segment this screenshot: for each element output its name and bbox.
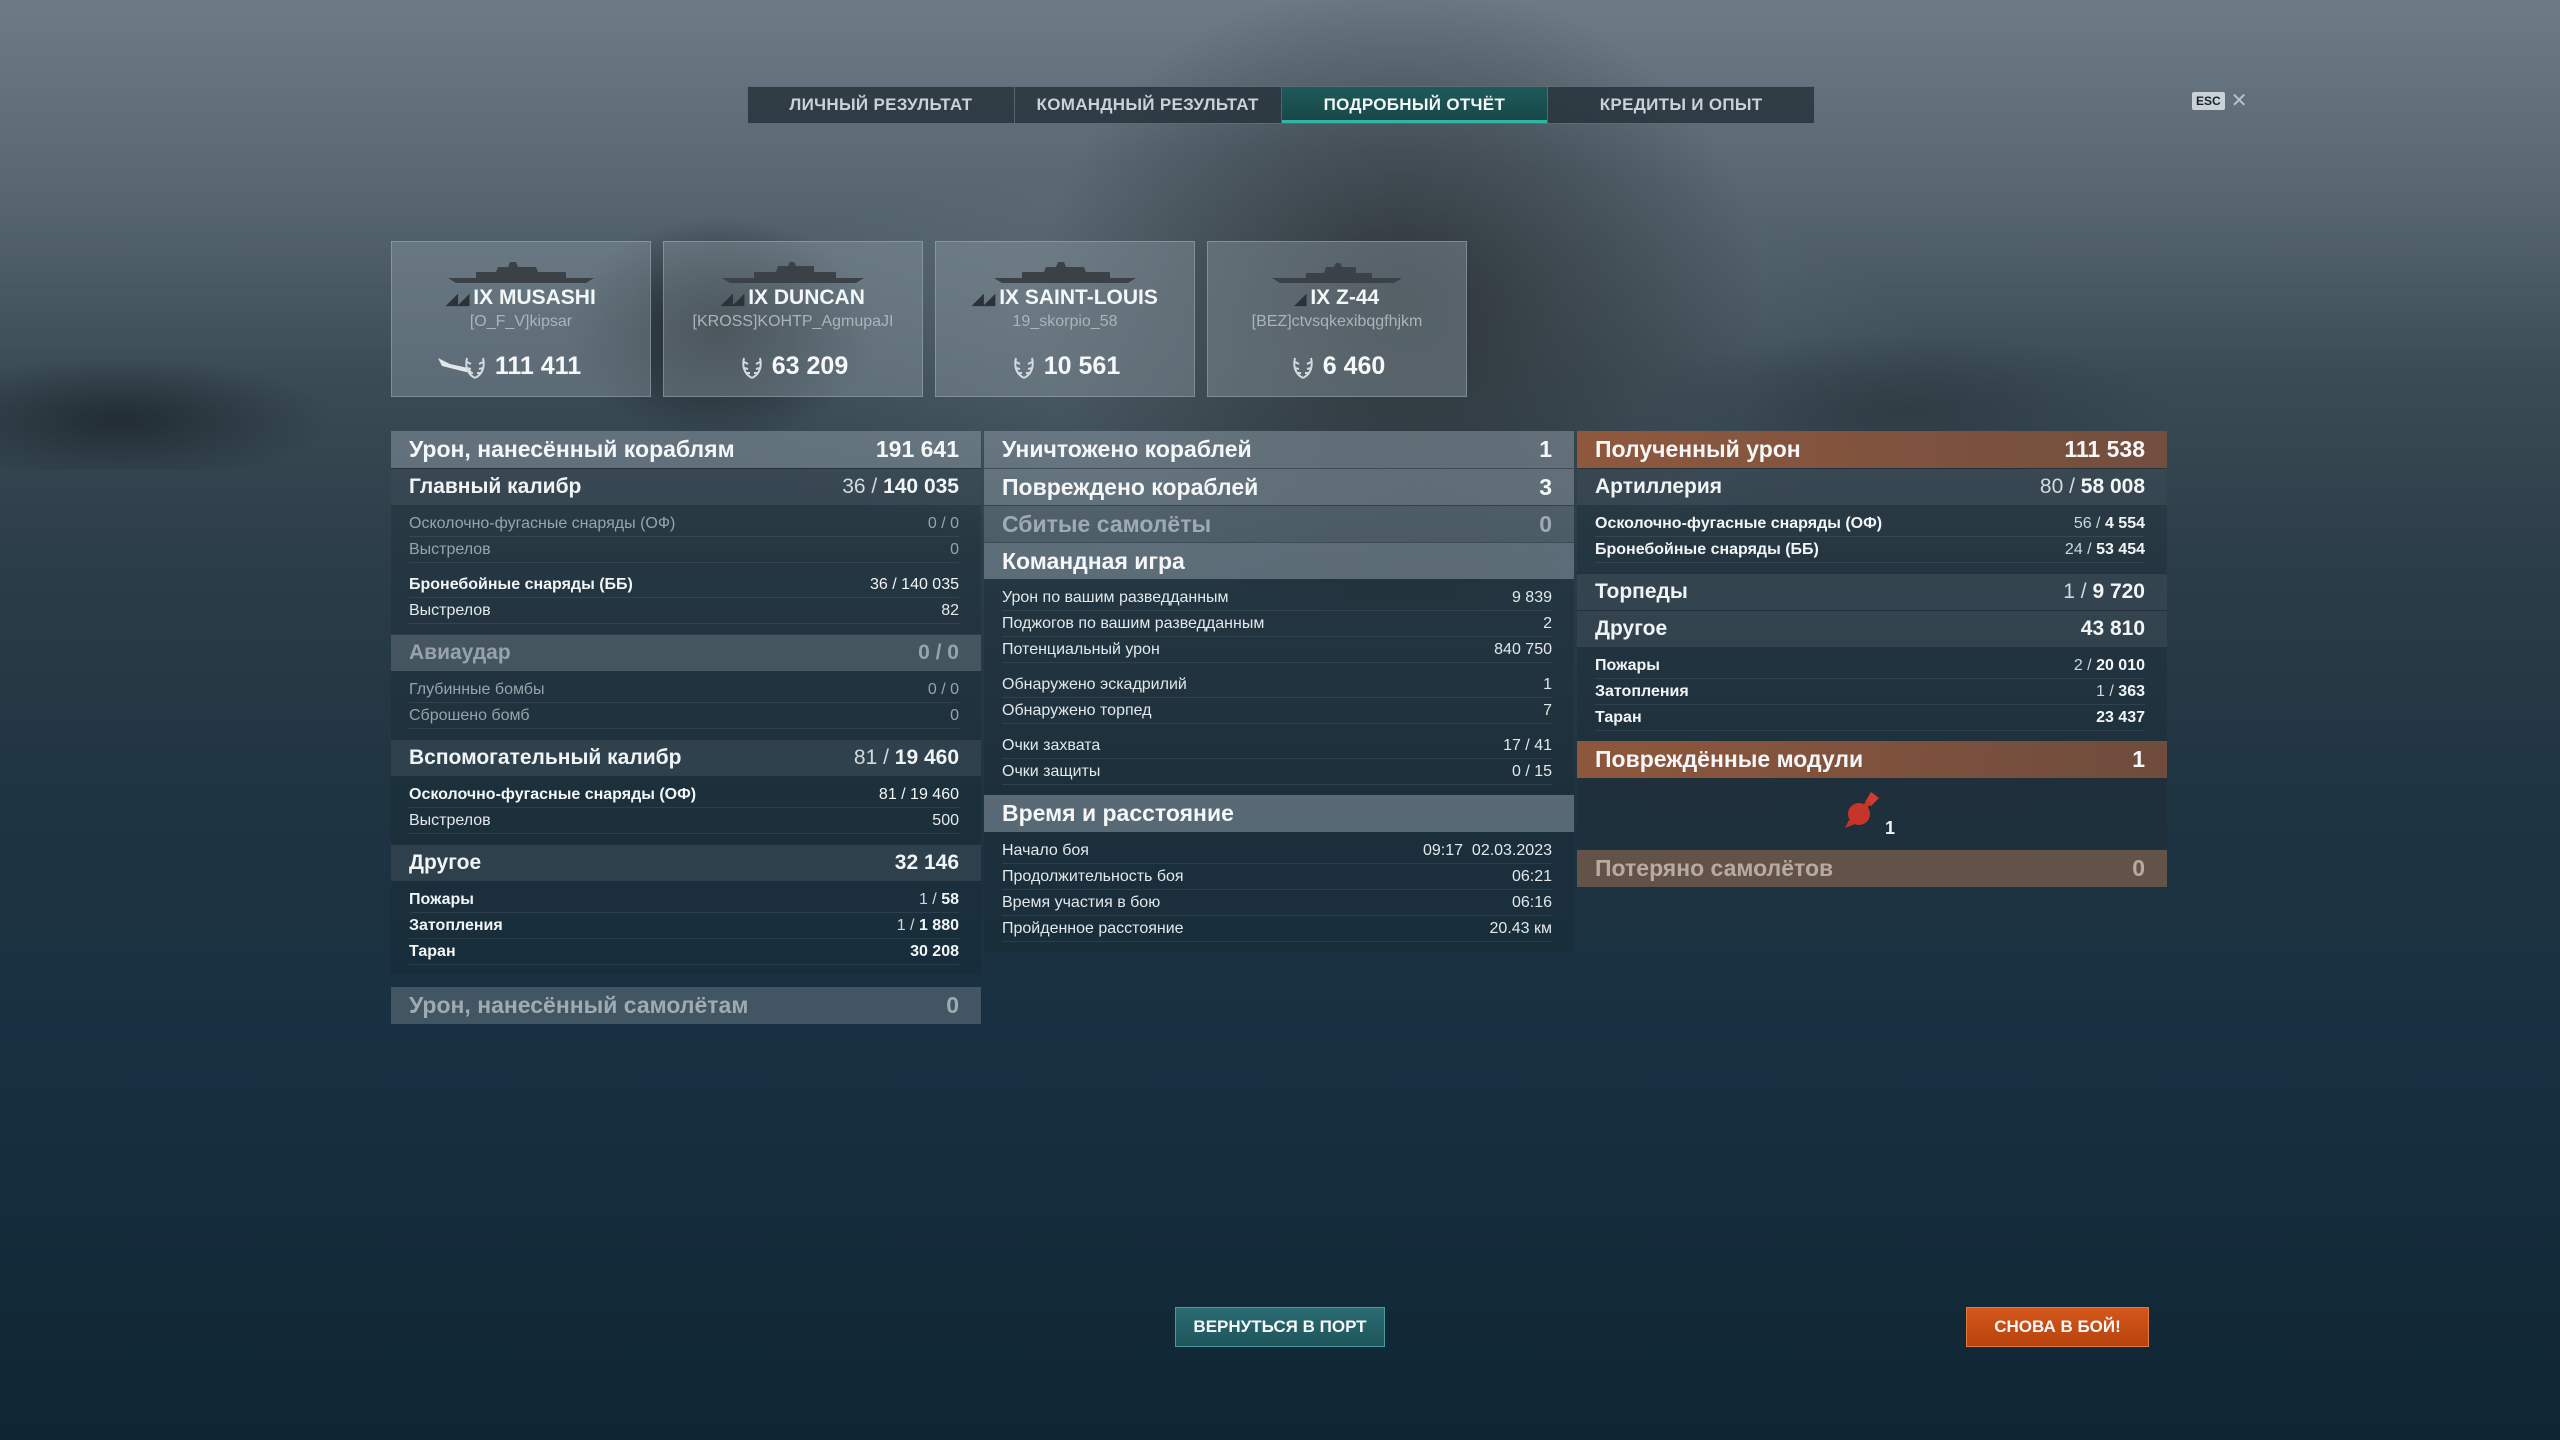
squadrons-spotted-row: Обнаружено эскадрилий 1 — [1002, 672, 1552, 698]
received-fires-row: Пожары 2 / 20 010 — [1595, 653, 2145, 679]
destroyer-silhouette-icon — [1272, 263, 1402, 283]
top-ships: ◢◢ IX MUSASHI [O_F_V]kipsar 111 411 ◢◢ IX … — [391, 241, 1467, 397]
nation-flag-icon: ◢◢ — [446, 291, 470, 308]
ship-card[interactable]: ◢ IX Z-44 [BEZ]ctvsqkexibqgfhjkm 6 460 — [1207, 241, 1467, 397]
tab-personal-result[interactable]: ЛИЧНЫЙ РЕЗУЛЬТАТ — [748, 87, 1015, 123]
nation-flag-icon: ◢ — [1294, 291, 1307, 308]
laurel-icon — [742, 357, 762, 379]
results-tabs: ЛИЧНЫЙ РЕЗУЛЬТАТ КОМАНДНЫЙ РЕЗУЛЬТАТ ПОД… — [747, 86, 1815, 124]
battle-again-button[interactable]: СНОВА В БОЙ! — [1966, 1307, 2149, 1347]
ship-damage-header: Урон, нанесённый кораблям 191 641 — [391, 431, 981, 468]
plane-damage-header: Урон, нанесённый самолётам 0 — [391, 987, 981, 1024]
steering-gear-icon[interactable] — [1841, 790, 1885, 830]
laurel-icon — [465, 357, 485, 379]
ship-damage: 6 460 — [1322, 352, 1386, 380]
ship-name: IX MUSASHI — [473, 286, 596, 309]
received-ap-row: Бронебойные снаряды (ББ) 24 / 53 454 — [1595, 537, 2145, 563]
damaged-modules-list: 1 — [1577, 778, 2167, 850]
received-ramming-row: Таран 23 437 — [1595, 705, 2145, 731]
nation-flag-icon: ◢◢ — [972, 291, 996, 308]
combat-stats-column: Уничтожено кораблей 1 Повреждено кораблей… — [984, 431, 1574, 952]
secondary-he-row: Осколочно-фугасные снаряды (ОФ) 81 / 19 4… — [409, 782, 959, 808]
damage-received-column: Полученный урон 111 538 Артиллерия 80 / 5… — [1577, 431, 2167, 887]
laurel-icon — [1293, 357, 1313, 379]
time-distance-header: Время и расстояние — [984, 795, 1574, 832]
player-name: [BEZ]ctvsqkexibqgfhjkm — [1251, 313, 1423, 330]
damage-received-header: Полученный урон 111 538 — [1577, 431, 2167, 468]
ap-shots-row: Выстрелов 82 — [409, 598, 959, 624]
player-name: [KROSS]KOHTP_AgmupaJI — [692, 313, 894, 330]
capture-points-row: Очки захвата 17 / 41 — [1002, 733, 1552, 759]
cruiser-silhouette-icon — [994, 262, 1136, 283]
other-damage-section: Другое 32 146 — [391, 844, 981, 881]
airstrike-section: Авиаудар 0 / 0 — [391, 634, 981, 671]
damaged-modules-header: Повреждённые модули 1 — [1577, 741, 2167, 778]
close-icon: ✕ — [2230, 90, 2248, 112]
ap-shells-row: Бронебойные снаряды (ББ) 36 / 140 035 — [409, 572, 959, 598]
tab-credits-and-xp[interactable]: КРЕДИТЫ И ОПЫТ — [1548, 87, 1814, 123]
nation-flag-icon: ◢◢ — [721, 291, 745, 308]
tab-detailed-report[interactable]: ПОДРОБНЫЙ ОТЧЁТ — [1281, 87, 1549, 123]
team-play-header: Командная игра — [984, 542, 1574, 579]
destroyer-silhouette-icon — [722, 262, 864, 283]
torpedoes-spotted-row: Обнаружено торпед 7 — [1002, 698, 1552, 724]
tab-team-result[interactable]: КОМАНДНЫЙ РЕЗУЛЬТАТ — [1015, 87, 1282, 123]
laurel-icon — [1014, 357, 1034, 379]
secondary-battery-section: Вспомогательный калибр 81 / 19 460 — [391, 739, 981, 776]
ship-damage: 63 209 — [771, 352, 849, 380]
he-shots-row: Выстрелов 0 — [409, 537, 959, 563]
flooding-row: Затопления 1 / 1 880 — [409, 913, 959, 939]
ship-damage: 10 561 — [1043, 352, 1121, 380]
esc-key-label: ESC — [2192, 92, 2225, 110]
battle-start-row: Начало боя 09:17 02.03.2023 — [1002, 838, 1552, 864]
player-name: [O_F_V]kipsar — [469, 313, 573, 330]
ship-name: IX DUNCAN — [748, 286, 865, 309]
received-he-row: Осколочно-фугасные снаряды (ОФ) 56 / 4 55… — [1595, 511, 2145, 537]
spotting-damage-row: Урон по вашим разведданным 9 839 — [1002, 585, 1552, 611]
received-flooding-row: Затопления 1 / 363 — [1595, 679, 2145, 705]
ship-card[interactable]: ◢◢ IX SAINT-LOUIS 19_skorpio_58 10 561 — [935, 241, 1195, 397]
planes-lost-header: Потеряно самолётов 0 — [1577, 850, 2167, 887]
potential-damage-row: Потенциальный урон 840 750 — [1002, 637, 1552, 663]
depth-charges-row: Глубинные бомбы 0 / 0 — [409, 677, 959, 703]
player-name: 19_skorpio_58 — [1012, 313, 1118, 330]
planes-shot-down-header: Сбитые самолёты 0 — [984, 505, 1574, 542]
ship-name: IX Z-44 — [1310, 286, 1380, 309]
ships-destroyed-header: Уничтожено кораблей 1 — [984, 431, 1574, 468]
defense-points-row: Очки защиты 0 / 15 — [1002, 759, 1552, 785]
distance-traveled-row: Пройденное расстояние 20.43 км — [1002, 916, 1552, 942]
ship-card[interactable]: ◢◢ IX MUSASHI [O_F_V]kipsar 111 411 — [391, 241, 651, 397]
return-to-port-button[interactable]: ВЕРНУТЬСЯ В ПОРТ — [1175, 1307, 1385, 1347]
ship-name: IX SAINT-LOUIS — [999, 286, 1158, 309]
participation-time-row: Время участия в бою 06:16 — [1002, 890, 1552, 916]
ships-damaged-header: Повреждено кораблей 3 — [984, 468, 1574, 505]
torpedoes-section: Торпеды 1 / 9 720 — [1577, 573, 2167, 610]
received-other-section: Другое 43 810 — [1577, 610, 2167, 647]
fires-row: Пожары 1 / 58 — [409, 887, 959, 913]
bombs-dropped-row: Сброшено бомб 0 — [409, 703, 959, 729]
secondary-shots-row: Выстрелов 500 — [409, 808, 959, 834]
ramming-row: Таран 30 208 — [409, 939, 959, 965]
battleship-silhouette-icon — [448, 262, 594, 283]
close-button[interactable]: ESC ✕ — [2192, 91, 2247, 111]
battle-duration-row: Продолжительность боя 06:21 — [1002, 864, 1552, 890]
main-battery-section: Главный калибр 36 / 140 035 — [391, 468, 981, 505]
spotting-fires-row: Поджогов по вашим разведданным 2 — [1002, 611, 1552, 637]
he-shells-row: Осколочно-фугасные снаряды (ОФ) 0 / 0 — [409, 511, 959, 537]
ship-damage: 111 411 — [494, 352, 582, 380]
ship-card[interactable]: ◢◢ IX DUNCAN [KROSS]KOHTP_AgmupaJI 63 209 — [663, 241, 923, 397]
artillery-section: Артиллерия 80 / 58 008 — [1577, 468, 2167, 505]
module-count: 1 — [1885, 818, 1896, 838]
damage-dealt-column: Урон, нанесённый кораблям 191 641 Главный… — [391, 431, 981, 1024]
